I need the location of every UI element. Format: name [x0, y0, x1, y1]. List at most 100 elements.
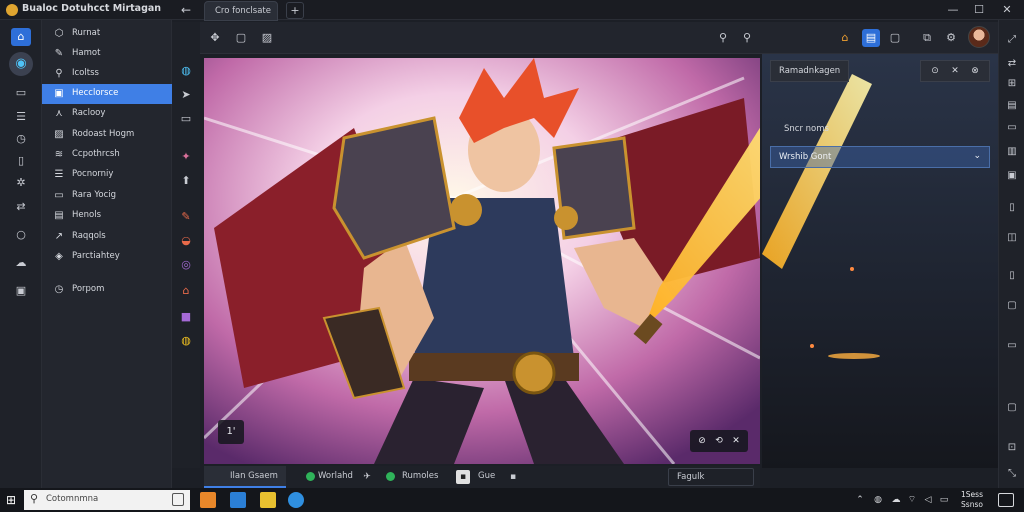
- layout-icon[interactable]: ◫: [1004, 230, 1020, 246]
- layer-tab-active[interactable]: Ilan Gsaem: [204, 466, 286, 488]
- panel-icon[interactable]: ▯: [1004, 200, 1020, 216]
- list-icon[interactable]: ☰: [11, 108, 31, 126]
- window-icon[interactable]: ▢: [886, 29, 904, 47]
- zoom-adjust-icon[interactable]: ⚲: [738, 29, 756, 47]
- sidebar-item-1[interactable]: ✎ Hamot: [42, 44, 172, 64]
- visibility-icon[interactable]: [306, 472, 315, 481]
- sidebar-item-4[interactable]: ⋏ Raclooy: [42, 104, 172, 124]
- gradient-tool-icon[interactable]: ◎: [177, 256, 195, 274]
- brush-icon[interactable]: ◉: [9, 52, 33, 76]
- eraser-tool-icon[interactable]: ✦: [177, 148, 195, 166]
- link-icon[interactable]: ⊗: [967, 64, 983, 78]
- close-icon[interactable]: ✕: [728, 433, 744, 449]
- close-icon[interactable]: ✕: [947, 64, 963, 78]
- start-icon[interactable]: ⊞: [4, 493, 18, 507]
- sidebar-item-2[interactable]: ⚲ Icoltss: [42, 64, 172, 84]
- zoom-level-chip[interactable]: 1': [218, 420, 244, 444]
- layer-options[interactable]: Fagulk: [668, 468, 754, 486]
- notification-icon[interactable]: [998, 493, 1014, 507]
- frame-icon[interactable]: ▢: [232, 29, 250, 47]
- arrow-icon[interactable]: ✈: [360, 470, 374, 484]
- image-icon[interactable]: ▣: [11, 282, 31, 300]
- box-icon[interactable]: ▢: [1004, 400, 1020, 416]
- sidebar-item-11[interactable]: ◈ Parctiahtey: [42, 247, 172, 267]
- panel-title[interactable]: Ramadnkagen: [770, 60, 850, 82]
- crop-tool-icon[interactable]: ▭: [177, 110, 195, 128]
- crop-icon[interactable]: ⊡: [1004, 440, 1020, 456]
- sidebar-item-12[interactable]: ◷ Porpom: [42, 280, 172, 300]
- panel-icon[interactable]: ▤: [862, 29, 880, 47]
- app-icon-browser[interactable]: [288, 492, 304, 508]
- image-icon[interactable]: ▨: [258, 29, 276, 47]
- panel-row[interactable]: Sncr noms: [770, 118, 990, 140]
- home-icon[interactable]: ⌂: [11, 28, 31, 46]
- file-icon[interactable]: ▯: [11, 152, 31, 170]
- swap-icon[interactable]: ⇄: [1004, 56, 1020, 72]
- canvas[interactable]: 1' ⊘ ⟲ ✕: [204, 58, 760, 464]
- layers-icon[interactable]: ⧉: [918, 29, 936, 47]
- app-icon-files[interactable]: [260, 492, 276, 508]
- shape-tool-icon[interactable]: ■: [177, 308, 195, 326]
- sidebar-item-6[interactable]: ≋ Ccpothrcsh: [42, 145, 172, 165]
- image-icon[interactable]: ▣: [1004, 168, 1020, 184]
- layers-icon[interactable]: ▭: [11, 84, 31, 102]
- loop-icon[interactable]: ⟲: [711, 433, 727, 449]
- sidebar-item-10[interactable]: ↗ Raqqols: [42, 227, 172, 247]
- smudge-tool-icon[interactable]: ◒: [177, 232, 195, 250]
- zoom-fit-icon[interactable]: ⤡: [1004, 466, 1020, 482]
- brush-tool-icon[interactable]: ◍: [177, 62, 195, 80]
- pen-tool-icon[interactable]: ✎: [177, 208, 195, 226]
- chevron-up-icon[interactable]: ⌃: [854, 493, 866, 507]
- layer-label[interactable]: Worlahd: [318, 471, 353, 481]
- list-icon[interactable]: ▤: [1004, 98, 1020, 114]
- tab-document[interactable]: Cro fonclsate: [204, 1, 278, 21]
- home-icon[interactable]: ⌂: [836, 29, 854, 47]
- layer-label[interactable]: Rumoles: [402, 471, 438, 481]
- chart-icon[interactable]: ▥: [1004, 144, 1020, 160]
- doc-icon[interactable]: ▭: [1004, 120, 1020, 136]
- sidebar-item-9[interactable]: ▤ Henols: [42, 206, 172, 226]
- new-tab-button[interactable]: +: [286, 2, 304, 19]
- volume-icon[interactable]: ◁: [922, 493, 934, 507]
- color-tool-icon[interactable]: ⌂: [177, 282, 195, 300]
- taskbar-search-input[interactable]: ⚲ Cotomnmna: [24, 490, 190, 510]
- swap-icon[interactable]: ⇄: [11, 198, 31, 216]
- sidebar-item-0[interactable]: ⬡ Rurnat: [42, 24, 172, 44]
- pin-icon[interactable]: ⊙: [927, 64, 943, 78]
- cloud-icon[interactable]: ☁: [11, 254, 31, 272]
- grid-icon[interactable]: ⊞: [1004, 76, 1020, 92]
- square-icon[interactable]: ▪: [506, 470, 520, 484]
- zoom-icon[interactable]: ⚲: [714, 29, 732, 47]
- status-dot-icon[interactable]: [386, 472, 395, 481]
- battery-icon[interactable]: ▭: [938, 493, 950, 507]
- sidebar-item-8[interactable]: ▭ Rara Yocig: [42, 186, 172, 206]
- maximize-button[interactable]: ☐: [966, 1, 992, 19]
- panel-row-selected[interactable]: Wrshib Gont ⌄: [770, 146, 990, 168]
- gear-icon[interactable]: ⚙: [942, 29, 960, 47]
- app-icon-store[interactable]: [230, 492, 246, 508]
- sidebar-item-3[interactable]: ▣ Hecclorsce: [42, 84, 172, 104]
- network-icon[interactable]: ◍: [872, 493, 884, 507]
- frame-icon[interactable]: ▭: [1004, 338, 1020, 354]
- settings-icon[interactable]: ✲: [11, 174, 31, 192]
- cloud-icon[interactable]: ☁: [890, 493, 902, 507]
- layer-label[interactable]: Gue: [478, 471, 495, 481]
- fill-tool-icon[interactable]: ⬆: [177, 172, 195, 190]
- text-tool-icon[interactable]: ◍: [177, 332, 195, 350]
- avatar[interactable]: [968, 26, 990, 48]
- file-icon[interactable]: ▯: [1004, 268, 1020, 284]
- window-icon[interactable]: ▢: [1004, 298, 1020, 314]
- clock-icon[interactable]: ◷: [11, 130, 31, 148]
- circle-icon[interactable]: ○: [11, 226, 31, 244]
- app-icon-folder[interactable]: [200, 492, 216, 508]
- move-icon[interactable]: ✥: [206, 29, 224, 47]
- close-window-button[interactable]: ✕: [994, 1, 1020, 19]
- clock[interactable]: 1Sess Ssnso: [952, 490, 992, 512]
- back-button[interactable]: ←: [176, 1, 196, 19]
- lock-icon[interactable]: ▪: [456, 470, 470, 484]
- lock-icon[interactable]: ⊘: [694, 433, 710, 449]
- expand-icon[interactable]: ⤢: [1004, 32, 1020, 48]
- sidebar-item-7[interactable]: ☰ Pocnorniy: [42, 165, 172, 185]
- sidebar-item-5[interactable]: ▨ Rodoast Hogm: [42, 125, 172, 145]
- select-tool-icon[interactable]: ➤: [177, 86, 195, 104]
